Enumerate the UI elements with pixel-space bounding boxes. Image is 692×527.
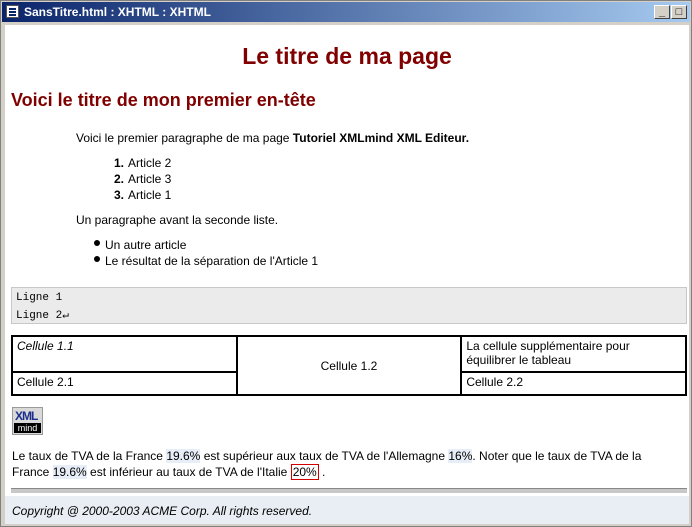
list-number: 3. (114, 188, 125, 202)
pre-line: Ligne 1 (16, 292, 63, 304)
pre-line: Ligne 2↵ (16, 310, 69, 322)
list-number: 1. (114, 156, 125, 170)
vat-text: France (12, 465, 53, 479)
editor-window: SansTitre.html : XHTML : XHTML _ □ Le ti… (0, 0, 692, 527)
vat-text: Le taux de TVA de la France (12, 449, 167, 463)
title-bar[interactable]: SansTitre.html : XHTML : XHTML _ □ (2, 2, 690, 22)
vat-text: est inférieur au taux de TVA de l'Italie (86, 465, 291, 479)
bullet-item[interactable]: Un autre article (105, 238, 186, 252)
preformatted-block[interactable]: Ligne 1 Ligne 2↵ (11, 287, 687, 324)
vat-text: est supérieur aux taux de TVA de l'Allem… (200, 449, 449, 463)
vat-text: . Noter que le taux de TVA de la (472, 449, 642, 463)
list-item[interactable]: Article 1 (128, 188, 171, 202)
section-heading[interactable]: Voici le titre de mon premier en-tête (11, 90, 316, 111)
logo-text: XML (15, 409, 38, 423)
vat-value-germany[interactable]: 16% (448, 449, 473, 463)
bullet-item[interactable]: Le résultat de la séparation de l'Articl… (105, 254, 318, 268)
vat-value-italy[interactable]: 20% (290, 464, 319, 480)
logo-subtext: mind (14, 423, 41, 433)
maximize-button[interactable]: □ (671, 5, 687, 19)
vat-paragraph[interactable]: Le taux de TVA de la France 19.6% est su… (12, 448, 684, 480)
data-table: Cellule 1.1 Cellule 1.2 La cellule suppl… (11, 335, 687, 396)
list-item[interactable]: Article 3 (128, 172, 171, 186)
list-number: 2. (114, 172, 125, 186)
table-cell-1-3[interactable]: La cellule supplémentaire pour équilibre… (460, 335, 687, 373)
vat-value-france[interactable]: 19.6% (166, 449, 201, 463)
copyright-text[interactable]: Copyright @ 2000-2003 ACME Corp. All rig… (12, 504, 312, 518)
list-item[interactable]: Article 2 (128, 156, 171, 170)
minimize-button[interactable]: _ (654, 5, 670, 19)
table-cell-2-1[interactable]: Cellule 2.1 (11, 371, 238, 396)
footer: Copyright @ 2000-2003 ACME Corp. All rig… (5, 496, 689, 524)
intro-paragraph[interactable]: Voici le premier paragraphe de ma page T… (76, 131, 469, 145)
table-cell-2-3[interactable]: Cellule 2.2 (460, 371, 687, 396)
intro-bold: Tutoriel XMLmind XML Editeur. (292, 131, 470, 145)
page-title[interactable]: Le titre de ma page (5, 43, 689, 70)
horizontal-rule (11, 488, 687, 493)
table-cell-1-1[interactable]: Cellule 1.1 (11, 335, 238, 373)
vat-text: . (318, 465, 326, 479)
document-icon (6, 5, 19, 18)
bullet-icon (94, 256, 100, 262)
table-cell-1-2[interactable]: Cellule 1.2 (235, 335, 463, 396)
xmlmind-logo[interactable]: XML mind (12, 407, 43, 435)
bullet-icon (94, 240, 100, 246)
intro-text: Voici le premier paragraphe de ma page (76, 131, 293, 145)
document-content[interactable]: Le titre de ma page Voici le titre de mo… (5, 25, 689, 524)
window-title: SansTitre.html : XHTML : XHTML (24, 5, 211, 19)
second-paragraph[interactable]: Un paragraphe avant la seconde liste. (76, 213, 278, 227)
vat-value-france-2[interactable]: 19.6% (52, 465, 87, 479)
